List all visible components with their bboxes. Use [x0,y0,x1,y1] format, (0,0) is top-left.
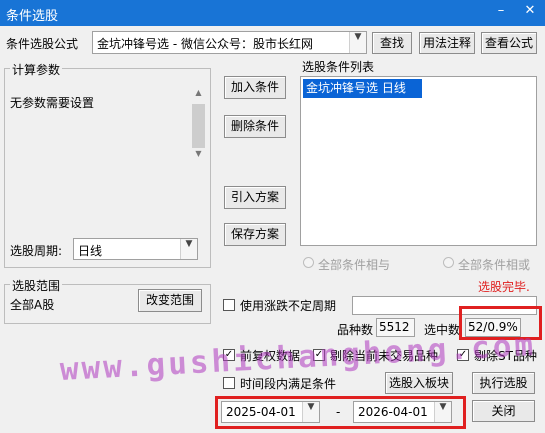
period-condition-checkbox[interactable] [223,377,235,389]
save-plan-button[interactable]: 保存方案 [224,223,286,246]
or-label: 全部条件相或 [458,258,531,272]
close-button[interactable]: 关闭 [472,400,535,422]
period-label: 选股周期: [10,244,63,258]
conditions-title: 选股条件列表 [302,60,375,74]
period-select[interactable]: 日线 ▼ [73,238,198,260]
title-bar: 条件选股 – ✕ [0,0,545,26]
range-group-title: 选股范围 [10,277,63,294]
period-condition-label: 时间段内满足条件 [240,377,337,391]
and-radio[interactable] [303,257,314,268]
import-plan-button[interactable]: 引入方案 [224,186,286,209]
delete-condition-button[interactable]: 删除条件 [224,115,286,138]
params-group-title: 计算参数 [10,61,63,78]
list-item[interactable]: 金坑冲锋号选 日线 [303,79,422,98]
view-formula-button[interactable]: 查看公式 [481,32,537,54]
execute-button[interactable]: 执行选股 [472,372,535,394]
chevron-down-icon[interactable]: ▼ [180,239,197,259]
scroll-up-icon[interactable]: ▲ [192,88,205,100]
formula-select[interactable]: 金坑冲锋号选 - 微信公众号：股市长红网 ▼ [92,31,367,54]
exclude-st-label: 剔除ST品种 [474,349,537,363]
scroll-down-icon[interactable]: ▼ [192,149,205,161]
formula-select-value: 金坑冲锋号选 - 微信公众号：股市长红网 [97,37,313,51]
highlight-box-selected [459,306,542,340]
params-text: 无参数需要设置 [10,96,95,110]
scrollbar-thumb[interactable] [192,104,205,148]
pre-adjust-label: 前复权数据 [240,349,301,363]
exclude-st-checkbox[interactable]: ✓ [457,349,469,361]
params-scrollbar[interactable]: ▲ ▼ [191,86,206,161]
period-select-value: 日线 [78,244,103,258]
and-label: 全部条件相与 [318,258,391,272]
usage-notes-button[interactable]: 用法注释 [419,32,475,54]
change-range-button[interactable]: 改变范围 [138,289,202,312]
formula-label: 条件选股公式 [6,37,79,51]
var-period-checkbox[interactable] [223,299,235,311]
window-title: 条件选股 [6,9,59,24]
highlight-box-dates [215,396,466,429]
exclude-untraded-label: 剔除当前未交易品种 [330,349,439,363]
exclude-untraded-checkbox[interactable]: ✓ [313,349,325,361]
minimize-button[interactable]: – [488,0,514,24]
or-radio[interactable] [443,257,454,268]
find-button[interactable]: 查找 [372,32,412,54]
count-value: 5512 [376,318,415,337]
to-block-button[interactable]: 选股入板块 [385,372,453,394]
conditions-list[interactable]: 金坑冲锋号选 日线 [300,76,537,246]
var-period-label: 使用涨跌不定周期 [240,299,337,313]
count-label: 品种数 [337,323,374,337]
selected-label: 选中数 [424,323,461,337]
status-text: 选股完毕. [478,280,530,294]
pre-adjust-checkbox[interactable]: ✓ [223,349,235,361]
close-window-button[interactable]: ✕ [517,0,543,24]
add-condition-button[interactable]: 加入条件 [224,76,286,99]
chevron-down-icon[interactable]: ▼ [349,32,366,53]
range-value: 全部A股 [10,298,55,312]
